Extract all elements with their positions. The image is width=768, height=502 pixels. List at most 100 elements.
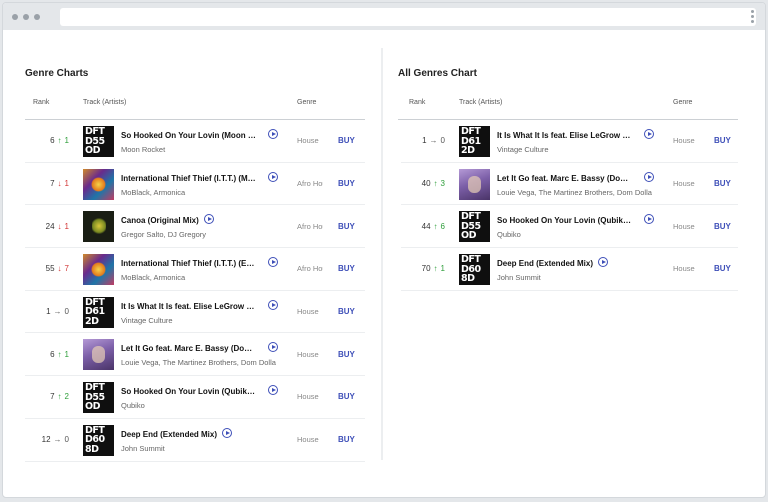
album-art[interactable]: DFT D60 8D [83, 424, 114, 456]
play-icon[interactable] [268, 299, 278, 310]
table-row: 6↑1 Let It Go feat. Marc E. Bassy (Dom Do… [25, 333, 365, 377]
rank-header: Rank [33, 99, 50, 106]
track-title[interactable]: Let It Go feat. Marc E. Bassy (Dom Dolla… [497, 174, 632, 183]
rank-delta: 1 [440, 264, 445, 274]
track-genre[interactable]: Afro House [297, 248, 323, 290]
track-artists[interactable]: Louie Vega, The Martinez Brothers, Dom D… [497, 188, 657, 197]
play-icon[interactable] [268, 342, 278, 353]
buy-button[interactable]: BUY [714, 163, 731, 205]
track-genre[interactable]: House [673, 120, 699, 162]
play-icon[interactable] [268, 385, 278, 396]
track-title[interactable]: Canoa (Original Mix) [121, 216, 199, 225]
track-title[interactable]: So Hooked On Your Lovin (Moon Rocket Rem… [121, 131, 256, 140]
track-artists[interactable]: Qubiko [497, 230, 657, 239]
buy-button[interactable]: BUY [714, 120, 731, 162]
buy-button[interactable]: BUY [338, 120, 355, 162]
window-dot-icon[interactable] [34, 14, 40, 20]
track-title[interactable]: It Is What It Is feat. Elise LeGrow (Ext… [121, 302, 256, 311]
track-genre[interactable]: House [297, 120, 323, 162]
menu-kebab-icon[interactable] [751, 10, 754, 23]
track-title[interactable]: Deep End (Extended Mix) [121, 430, 217, 439]
track-genre[interactable]: House [297, 291, 323, 333]
buy-button[interactable]: BUY [338, 163, 355, 205]
play-icon[interactable] [204, 214, 214, 225]
buy-button[interactable]: BUY [338, 248, 355, 290]
table-row: 40↑3 Let It Go feat. Marc E. Bassy (Dom D… [401, 163, 738, 206]
track-artists[interactable]: Louie Vega, The Martinez Brothers, Dom D… [121, 358, 281, 367]
arrow-right-icon: → [429, 136, 438, 146]
album-art[interactable] [83, 254, 114, 286]
rank-header: Rank [409, 99, 426, 106]
track-title[interactable]: So Hooked On Your Lovin (Qubiko Remix) [497, 216, 632, 225]
buy-button[interactable]: BUY [338, 419, 355, 461]
buy-button[interactable]: BUY [338, 205, 355, 247]
track-artists[interactable]: Vintage Culture [121, 316, 281, 325]
track-artists[interactable]: Gregor Salto, DJ Gregory [121, 230, 281, 239]
album-art[interactable] [459, 168, 490, 200]
table-row: 24 ↓ 1 Canoa (Original Mix) Gregor Salto, DJ… [25, 205, 365, 249]
track-title[interactable]: It Is What It Is feat. Elise LeGrow (Ext… [497, 131, 632, 140]
album-art-text: DFT D61 2D [461, 126, 481, 156]
album-art[interactable] [83, 211, 114, 243]
play-icon[interactable] [644, 129, 654, 139]
chart-rows: 1 → 0 DFT D61 2D It Is What It Is feat. Elise … [398, 120, 738, 291]
table-row: 7 ↓ 1 International Thief Thief (I.T.T.) (M… [25, 163, 365, 206]
panel-divider [381, 48, 383, 460]
play-icon[interactable] [268, 129, 278, 139]
track-genre[interactable]: Afro House [297, 163, 323, 205]
rank-delta: 0 [64, 307, 69, 317]
panel-title: Genre Charts [25, 68, 89, 79]
arrow-up-icon: ↑ [433, 221, 438, 231]
rank-cell: 6 ↑ 1 [25, 333, 69, 375]
play-icon[interactable] [598, 257, 608, 268]
window-dot-icon[interactable] [23, 14, 29, 20]
play-icon[interactable] [644, 171, 654, 182]
album-art[interactable]: DFT D55 OD [83, 126, 114, 157]
buy-button[interactable]: BUY [338, 291, 355, 333]
track-artists[interactable]: Moon Rocket [121, 145, 281, 154]
rank-number: 12 [41, 435, 51, 445]
play-icon[interactable] [268, 257, 278, 268]
track-artists[interactable]: John Summit [497, 273, 657, 282]
rank-delta: 6 [440, 221, 445, 231]
buy-button[interactable]: BUY [714, 248, 731, 290]
buy-button[interactable]: BUY [338, 376, 355, 418]
track-genre[interactable]: Afro House [297, 205, 323, 247]
track-artists[interactable]: MoBlack, Armonica [121, 188, 281, 197]
play-icon[interactable] [222, 427, 232, 438]
track-title[interactable]: So Hooked On Your Lovin (Qubiko Remix) [121, 387, 256, 396]
track-artists[interactable]: John Summit [121, 444, 281, 453]
track-title[interactable]: International Thief Thief (I.T.T.) (MoBl… [121, 174, 256, 183]
album-art[interactable] [83, 339, 114, 371]
album-art[interactable] [83, 168, 114, 200]
track-genre[interactable]: House [673, 205, 699, 247]
table-row: 12 → 0 DFT D60 8D Deep End (Extended Mix) John … [25, 419, 365, 462]
buy-button[interactable]: BUY [714, 205, 731, 247]
album-art[interactable]: DFT D60 8D [459, 254, 490, 286]
track-artists[interactable]: MoBlack, Armonica [121, 273, 281, 282]
track-genre[interactable]: House [297, 376, 323, 418]
track-artists[interactable]: Qubiko [121, 401, 281, 410]
track-header: Track (Artists) [459, 99, 503, 106]
album-art[interactable]: DFT D55 OD [83, 382, 114, 414]
track-artists[interactable]: Vintage Culture [497, 145, 657, 154]
address-bar[interactable] [60, 8, 756, 26]
rank-cell: 6 ↑ 1 [25, 120, 69, 162]
play-icon[interactable] [268, 171, 278, 182]
album-art[interactable]: DFT D61 2D [459, 126, 490, 157]
track-genre[interactable]: House [673, 163, 699, 205]
browser-window: Genre Charts Rank Track (Artists) Genre … [2, 2, 766, 498]
album-art[interactable]: DFT D61 2D [83, 296, 114, 328]
track-title[interactable]: Deep End (Extended Mix) [497, 259, 593, 268]
buy-button[interactable]: BUY [338, 333, 355, 375]
window-dot-icon[interactable] [12, 14, 18, 20]
track-genre[interactable]: House [297, 419, 323, 461]
play-icon[interactable] [644, 214, 654, 225]
track-genre[interactable]: House [297, 333, 323, 375]
rank-number: 55 [45, 264, 55, 274]
album-art[interactable]: DFT D55 OD [459, 211, 490, 243]
track-title[interactable]: International Thief Thief (I.T.T.) (Exte… [121, 259, 256, 268]
rank-delta: 2 [64, 392, 69, 402]
track-genre[interactable]: House [673, 248, 699, 290]
track-title[interactable]: Let It Go feat. Marc E. Bassy (Dom Dolla… [121, 344, 256, 353]
